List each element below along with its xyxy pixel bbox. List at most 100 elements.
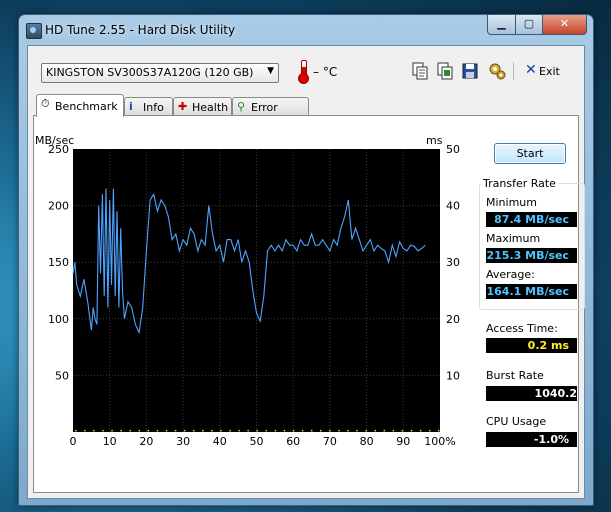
access-time-point [147,429,150,432]
access-time-point [428,429,431,432]
access-time-point [238,429,240,432]
chevron-down-icon: ▼ [267,66,274,76]
close-button[interactable]: ✕ [542,15,587,35]
y2-tick-label: 30 [446,256,460,269]
y-tick-label: 50 [55,369,69,382]
access-time-point [283,429,286,432]
x-tick-label: 40 [213,435,227,448]
access-time-point [174,429,177,432]
x-tick-label: 100% [424,435,455,448]
tab-info-label: Info [143,101,164,114]
access-time-point [111,429,113,432]
client-area: KINGSTON SV300S37A120G (120 GB) ▼ – °C ✕… [27,45,585,499]
title-bar[interactable]: HD Tune 2.55 - Hard Disk Utility ▁ ▢ ✕ [19,15,593,45]
transfer-rate-chart: 2502001501005050403020100 10 20 30 40 50 60 70 8… [35,134,460,448]
y-axis-label: MB/sec [35,134,74,147]
access-time-point [265,429,268,432]
x-tick-label: 90 [396,435,410,448]
access-time-point [93,429,95,432]
drive-dropdown[interactable]: KINGSTON SV300S37A120G (120 GB) ▼ [41,63,279,83]
tab-benchmark[interactable]: ⏱ Benchmark [36,94,124,117]
access-time-point [292,429,295,432]
access-time-point [247,429,249,432]
access-time-point [419,429,422,432]
access-time-point [193,429,195,432]
access-time-point [347,429,349,432]
access-time-point [410,429,413,432]
access-time-point [165,429,168,432]
access-time-point [75,429,77,432]
copy-screenshot-icon[interactable] [436,62,454,80]
access-time-point [183,429,186,432]
thermometer-icon [298,60,309,84]
y-tick-label: 100 [48,313,69,326]
health-cross-icon: ✚ [178,100,188,113]
access-time-point [202,429,204,432]
burst-rate-label: Burst Rate [486,369,544,382]
access-time-point [320,429,322,432]
access-time-point [356,429,358,432]
toolbar-separator [513,62,514,80]
exit-button[interactable]: ✕ Exit [525,62,565,81]
access-time-point [274,429,277,432]
options-icon[interactable] [488,62,506,80]
access-time-point [310,429,313,432]
access-time-point [438,429,440,432]
stopwatch-icon: ⏱ [41,97,50,110]
access-time-point [401,429,404,432]
y2-tick-label: 50 [446,143,460,156]
access-time-point [129,429,131,432]
access-time-point [383,429,386,432]
access-time-point [329,429,331,432]
access-time-point [220,429,222,432]
window-title: HD Tune 2.55 - Hard Disk Utility [45,23,236,37]
save-icon[interactable] [461,62,479,80]
tab-benchmark-label: Benchmark [55,100,118,113]
transfer-rate-title: Transfer Rate [481,177,558,190]
access-time-label: Access Time: [486,322,558,335]
y2-tick-label: 10 [446,369,460,382]
tab-info[interactable]: i Info [124,97,173,116]
access-time-point [138,429,140,432]
access-time-point [84,429,86,432]
x-tick-label: 20 [139,435,153,448]
access-time-point [229,429,231,432]
minimize-button[interactable]: ▁ [487,15,516,35]
tab-health-label: Health [192,101,229,114]
exit-label: Exit [539,65,560,78]
maximize-button[interactable]: ▢ [515,15,543,35]
hdtune-app-icon [26,23,42,39]
burst-rate-value: 1040.2 MB/sec [486,386,577,415]
info-icon: i [129,100,133,113]
access-time-value: 0.2 ms [486,338,577,353]
drive-dropdown-value: KINGSTON SV300S37A120G (120 GB) [46,66,254,79]
temperature-readout: – °C [313,65,338,79]
access-time-point [120,429,122,432]
x-tick-label: 80 [360,435,374,448]
access-time-point [374,429,376,432]
average-label: Average: [486,268,535,281]
y-tick-label: 150 [48,256,69,269]
tab-health[interactable]: ✚ Health [173,97,232,116]
x-tick-label: 10 [103,435,117,448]
x-tick-label: 0 [70,435,77,448]
access-time-point [301,429,304,432]
x-tick-label: 30 [176,435,190,448]
cpu-usage-value: -1.0% [486,432,577,447]
app-window: HD Tune 2.55 - Hard Disk Utility ▁ ▢ ✕ K… [18,14,594,506]
maximum-value: 215.3 MB/sec [486,248,577,263]
start-button[interactable]: Start [494,143,566,164]
access-time-point [102,429,104,432]
y2-axis-label: ms [426,134,443,147]
x-tick-label: 50 [250,435,264,448]
access-time-point [338,429,340,432]
exit-x-icon: ✕ [525,62,537,78]
access-time-point [156,429,159,432]
copy-text-icon[interactable] [411,62,429,80]
access-time-point [365,429,367,432]
maximum-label: Maximum [486,232,541,245]
x-tick-label: 60 [286,435,300,448]
cpu-usage-label: CPU Usage [486,415,547,428]
minimum-value: 87.4 MB/sec [486,212,577,227]
tab-error-scan[interactable]: ⚲ Error Scan [232,97,309,127]
